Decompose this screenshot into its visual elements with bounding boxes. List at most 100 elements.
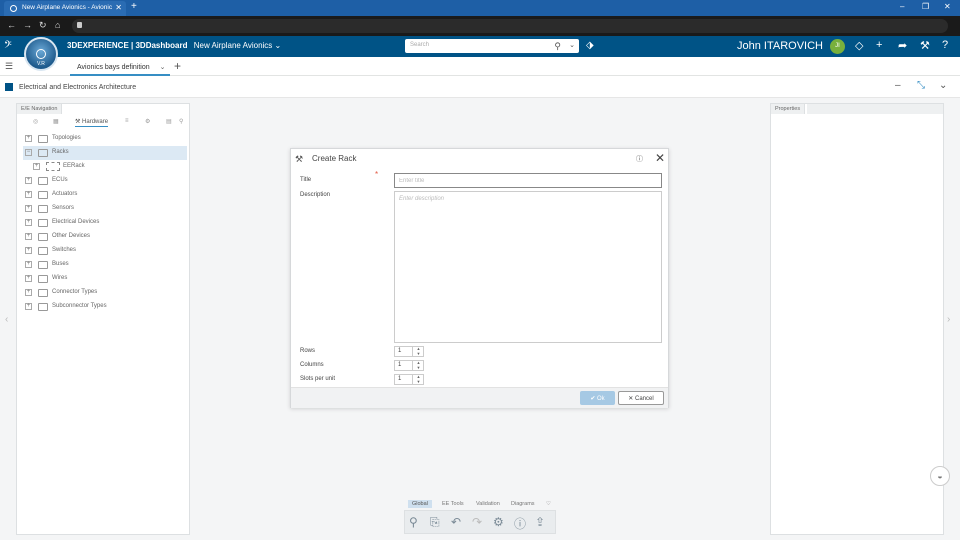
back-icon[interactable]: ← (7, 20, 16, 30)
minimize-button[interactable]: – (900, 2, 904, 11)
window-close-button[interactable]: ✕ (944, 2, 951, 11)
stepper-arrows-icon[interactable]: ▲ ▼ (412, 374, 424, 384)
action-tab-global[interactable]: Global (408, 500, 432, 508)
expand-icon[interactable]: + (25, 261, 32, 268)
restore-button[interactable]: ❐ (922, 2, 929, 11)
search-icon[interactable]: ⚲ (554, 41, 561, 52)
help-icon[interactable]: ? (942, 39, 948, 51)
title-field[interactable] (394, 173, 662, 188)
tree-node-connector-types[interactable]: + Connector Types (23, 286, 187, 300)
tree-node-label: Topologies (52, 135, 81, 141)
favorite-icon[interactable]: ♡ (542, 500, 555, 508)
tree-node-actuators[interactable]: + Actuators (23, 188, 187, 202)
panel-tab-properties[interactable]: Properties (771, 104, 806, 114)
expand-icon[interactable]: + (25, 233, 32, 240)
info-icon[interactable]: ⓘ (636, 154, 643, 164)
collapse-icon[interactable]: ⤡ (917, 80, 925, 91)
search-input[interactable]: Search ⚲ ⌄ (405, 39, 579, 53)
add-tab-button[interactable]: + (174, 59, 181, 73)
expand-icon[interactable]: + (25, 191, 32, 198)
expand-icon[interactable]: + (25, 275, 32, 282)
search-icon[interactable]: ⚲ (179, 118, 183, 125)
panel-tab-ee-navigation[interactable]: E/E Navigation (17, 104, 63, 114)
table-icon[interactable]: ▤ (166, 118, 172, 125)
columns-stepper[interactable]: 1 ▲ ▼ (394, 360, 424, 371)
address-bar[interactable] (72, 19, 948, 33)
home-icon[interactable]: ⌂ (55, 20, 60, 30)
reload-icon[interactable]: ↻ (39, 20, 47, 31)
tab-avionics-bays-definition[interactable]: Avionics bays definition ⌄ (70, 57, 170, 76)
compass-icon[interactable]: V.R (24, 37, 58, 71)
topology-icon[interactable]: ◎ (33, 118, 38, 125)
export-icon[interactable]: ⇪ (535, 515, 545, 529)
left-collapse-icon[interactable]: ‹ (5, 314, 8, 325)
chevron-down-icon[interactable]: ⌄ (160, 64, 166, 71)
search-icon[interactable]: ⚲ (409, 515, 418, 529)
avatar[interactable]: JI (830, 39, 845, 54)
tree-node-subconnector-types[interactable]: + Subconnector Types (23, 300, 187, 314)
tree-node-buses[interactable]: + Buses (23, 258, 187, 272)
folder-icon (38, 289, 48, 297)
expand-icon[interactable]: + (25, 219, 32, 226)
minimize-widget-icon[interactable]: – (895, 80, 901, 91)
description-field[interactable] (394, 191, 662, 343)
cancel-button[interactable]: ✕ Cancel (618, 391, 664, 405)
compass-widget-icon[interactable]: ◒ (930, 466, 950, 486)
undo-icon[interactable]: ↶ (451, 515, 461, 529)
expand-icon[interactable]: + (25, 177, 32, 184)
brand[interactable]: 3DEXPERIENCE | 3DDashboard New Airplane … (67, 41, 281, 50)
action-tab-diagrams[interactable]: Diagrams (507, 500, 539, 508)
tree-node-topologies[interactable]: + Topologies (23, 132, 187, 146)
redo-icon[interactable]: ↷ (472, 515, 482, 529)
stepper-arrows-icon[interactable]: ▲ ▼ (412, 346, 424, 356)
tree-node-wires[interactable]: + Wires (23, 272, 187, 286)
tree-node-eerack[interactable]: + EERack (23, 160, 187, 174)
stepper-arrows-icon[interactable]: ▲ ▼ (412, 360, 424, 370)
tree-node-sensors[interactable]: + Sensors (23, 202, 187, 216)
tree-node-switches[interactable]: + Switches (23, 244, 187, 258)
settings-icon[interactable]: ⚙ (145, 118, 150, 125)
tree-node-racks[interactable]: − Racks (23, 146, 187, 160)
slots-per-unit-stepper[interactable]: 1 ▲ ▼ (394, 374, 424, 385)
rows-label: Rows (300, 348, 316, 354)
tree-node-other-devices[interactable]: + Other Devices (23, 230, 187, 244)
user-name[interactable]: John ITAROVICH (737, 40, 823, 52)
tree-node-electrical-devices[interactable]: + Electrical Devices (23, 216, 187, 230)
close-tab-icon[interactable]: ✕ (115, 3, 122, 12)
notifications-icon[interactable]: ◇ (855, 39, 863, 52)
browser-tab[interactable]: New Airplane Avionics - Avionic ✕ (4, 1, 126, 16)
forward-icon[interactable]: → (23, 20, 32, 30)
expand-icon[interactable]: + (25, 289, 32, 296)
ok-button[interactable]: ✔ Ok (580, 391, 615, 405)
tag-icon[interactable]: ⬗ (586, 40, 594, 51)
expand-icon[interactable]: + (25, 303, 32, 310)
chevron-down-icon[interactable]: ⌄ (939, 80, 947, 91)
rows-stepper[interactable]: 1 ▲ ▼ (394, 346, 424, 357)
insert-icon[interactable]: ⎘ (430, 515, 440, 530)
search-options-icon[interactable]: ⌄ (569, 41, 575, 49)
settings-icon[interactable]: ⚙ (493, 515, 504, 529)
action-tab-ee-tools[interactable]: EE Tools (438, 500, 468, 508)
collapse-icon[interactable]: − (25, 149, 32, 156)
hardware-tree: + Topologies − Racks + EERack + ECUs + A… (23, 132, 187, 314)
folder-icon (38, 233, 48, 241)
expand-icon[interactable]: + (25, 205, 32, 212)
expand-icon[interactable]: + (33, 163, 40, 170)
hardware-filter-tab[interactable]: ⚒ Hardware (75, 118, 109, 127)
dashboard-menu-icon[interactable]: ☰ (5, 61, 13, 72)
add-icon[interactable]: + (876, 39, 882, 51)
list-icon[interactable]: ≡ (125, 118, 129, 124)
expand-icon[interactable]: + (25, 135, 32, 142)
tree-node-label: Sensors (52, 205, 75, 211)
right-collapse-icon[interactable]: › (947, 314, 950, 325)
chevron-down-icon: ⌄ (274, 41, 282, 50)
tools-icon[interactable]: ⚒ (920, 39, 930, 52)
new-tab-button[interactable]: + (131, 1, 137, 12)
expand-icon[interactable]: + (25, 247, 32, 254)
grid-icon[interactable]: ▦ (53, 118, 59, 125)
info-icon[interactable]: ⓘ (514, 515, 526, 532)
close-icon[interactable]: ✕ (655, 151, 665, 165)
tree-node-ecus[interactable]: + ECUs (23, 174, 187, 188)
action-tab-validation[interactable]: Validation (472, 500, 504, 508)
share-icon[interactable]: ➦ (898, 39, 907, 52)
